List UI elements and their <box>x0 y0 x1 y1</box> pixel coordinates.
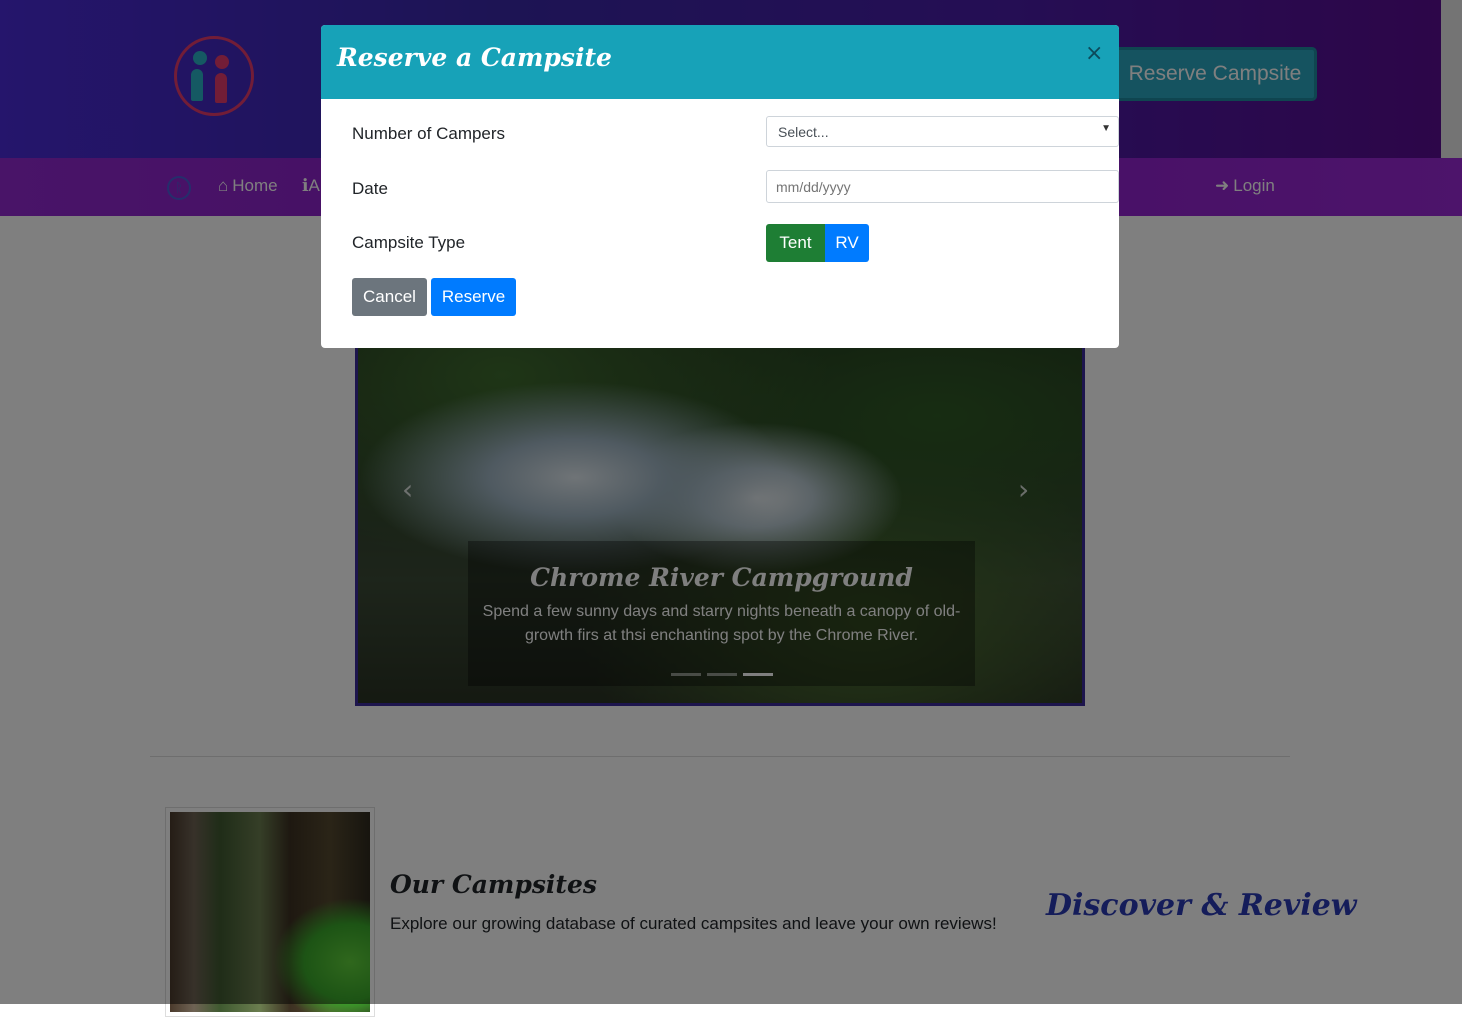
modal-title: Reserve a Campsite <box>337 43 612 72</box>
campers-label: Number of Campers <box>352 124 506 143</box>
cancel-button[interactable]: Cancel <box>352 278 427 316</box>
campsite-type-label: Campsite Type <box>352 233 466 252</box>
campsite-type-toggle: Tent RV <box>766 224 869 262</box>
tent-option-button[interactable]: Tent <box>766 224 825 262</box>
campers-select[interactable]: Select... ▼ <box>766 116 1119 147</box>
campers-select-value: Select... <box>778 123 829 140</box>
modal-header: Reserve a Campsite × <box>321 25 1119 99</box>
campers-row: Number of Campers Select... ▼ <box>352 116 1119 152</box>
chevron-down-icon: ▼ <box>1101 123 1111 134</box>
campsite-type-row: Campsite Type Tent RV <box>352 224 1088 262</box>
date-label: Date <box>352 179 388 198</box>
reserve-button[interactable]: Reserve <box>431 278 516 316</box>
date-row: Date <box>352 170 1119 206</box>
rv-option-button[interactable]: RV <box>825 224 869 262</box>
close-icon[interactable]: × <box>1085 41 1103 66</box>
date-input[interactable] <box>766 170 1119 203</box>
reserve-modal: Reserve a Campsite × Number of Campers S… <box>321 25 1119 348</box>
